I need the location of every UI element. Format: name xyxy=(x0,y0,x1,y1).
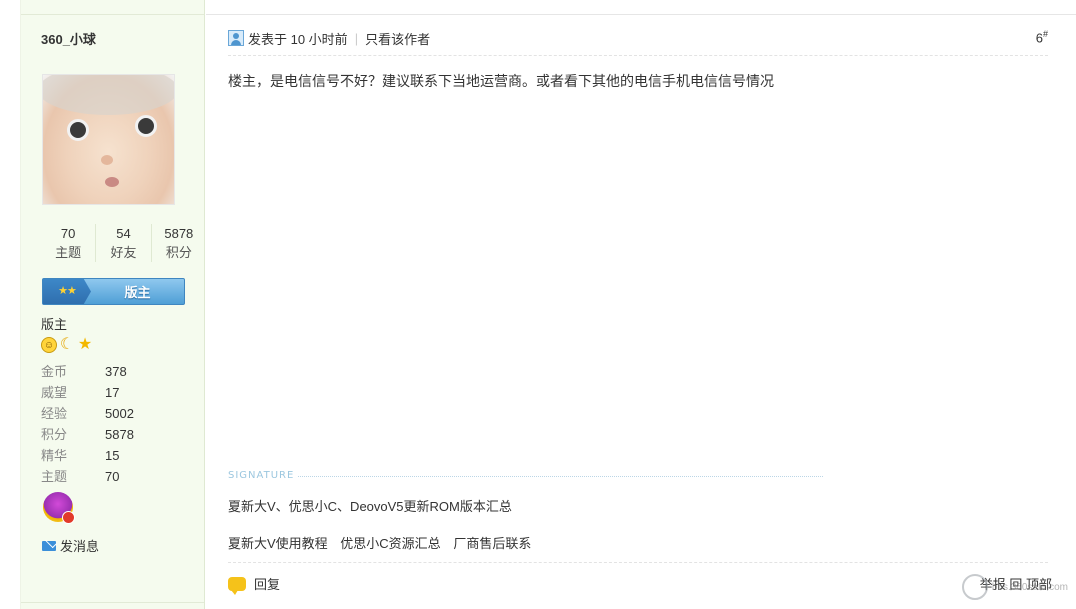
signature-links: 夏新大V使用教程 优思小C资源汇总 厂商售后联系 xyxy=(228,533,540,552)
mail-icon xyxy=(42,540,56,551)
site-watermark: bbs.360safe.com xyxy=(961,574,1068,600)
stat-threads[interactable]: 70 主题 xyxy=(41,224,95,262)
reply-button[interactable]: 回复 xyxy=(228,574,280,595)
signature-link[interactable]: 夏新大V使用教程 xyxy=(228,536,328,551)
author-sidebar: 360_小球 70 主题 54 好友 5878 积分 ★★ 版主 版主 ☺ ☾ … xyxy=(20,0,205,609)
moon-medal-icon[interactable]: ☾ xyxy=(59,337,75,353)
rank-stars-icon: ★★ xyxy=(43,279,91,304)
user-group[interactable]: 版主 xyxy=(41,314,67,333)
signature-link[interactable]: 厂商售后联系 xyxy=(453,536,531,551)
post-time: 发表于 10 小时前 xyxy=(248,31,348,47)
honor-badge-icon[interactable] xyxy=(43,492,75,524)
profile-row: 主题 70 xyxy=(41,469,120,484)
divider xyxy=(228,562,1048,563)
post-area: 发表于 10 小时前 | 只看该作者 6# 楼主，是电信信号不好？建议联系下当地… xyxy=(206,0,1076,609)
reply-label[interactable]: 回复 xyxy=(254,574,280,593)
medals: ☺ ☾ ★ xyxy=(41,337,93,353)
profile-row: 积分 5878 xyxy=(41,427,134,442)
profile-row: 威望 17 xyxy=(41,385,120,400)
send-message-label[interactable]: 发消息 xyxy=(60,536,99,555)
floor-number[interactable]: 6# xyxy=(1036,29,1048,45)
profile-row: 经验 5002 xyxy=(41,406,134,421)
profile-info: 金币 378 威望 17 经验 5002 积分 5878 精华 15 主题 70 xyxy=(41,361,201,487)
profile-row: 金币 378 xyxy=(41,364,127,379)
divider xyxy=(21,602,204,603)
separator: | xyxy=(354,30,359,46)
rank-badge: ★★ 版主 xyxy=(42,278,185,305)
reply-bubble-icon xyxy=(228,576,246,595)
signature-link[interactable]: 优思小C资源汇总 xyxy=(340,536,440,551)
only-author-link[interactable]: 只看该作者 xyxy=(365,29,430,48)
stat-points[interactable]: 5878 积分 xyxy=(150,224,206,262)
rank-title: 版主 xyxy=(124,285,151,300)
star-medal-icon[interactable]: ★ xyxy=(77,337,93,353)
send-message-link[interactable]: 发消息 xyxy=(42,536,99,555)
signature-link[interactable]: 夏新大V、优思小C、DeovoV5更新ROM版本汇总 xyxy=(228,496,512,515)
signature-divider xyxy=(298,476,823,477)
avatar[interactable] xyxy=(42,74,175,205)
divider xyxy=(206,14,1076,15)
user-online-icon xyxy=(228,30,244,46)
stat-friends[interactable]: 54 好友 xyxy=(95,224,150,262)
post-info-bar: 发表于 10 小时前 | 只看该作者 xyxy=(228,27,1048,49)
author-stats: 70 主题 54 好友 5878 积分 xyxy=(41,224,206,262)
logo-icon xyxy=(961,574,988,600)
signature-label: SIGNATURE xyxy=(228,470,295,481)
divider xyxy=(21,14,204,15)
profile-row: 精华 15 xyxy=(41,448,120,463)
divider xyxy=(228,55,1048,56)
post-content: 楼主，是电信信号不好？建议联系下当地运营商。或者看下其他的电信手机电信信号情况 xyxy=(228,73,774,89)
smiley-medal-icon[interactable]: ☺ xyxy=(41,337,57,353)
author-username[interactable]: 360_小球 xyxy=(41,29,96,48)
